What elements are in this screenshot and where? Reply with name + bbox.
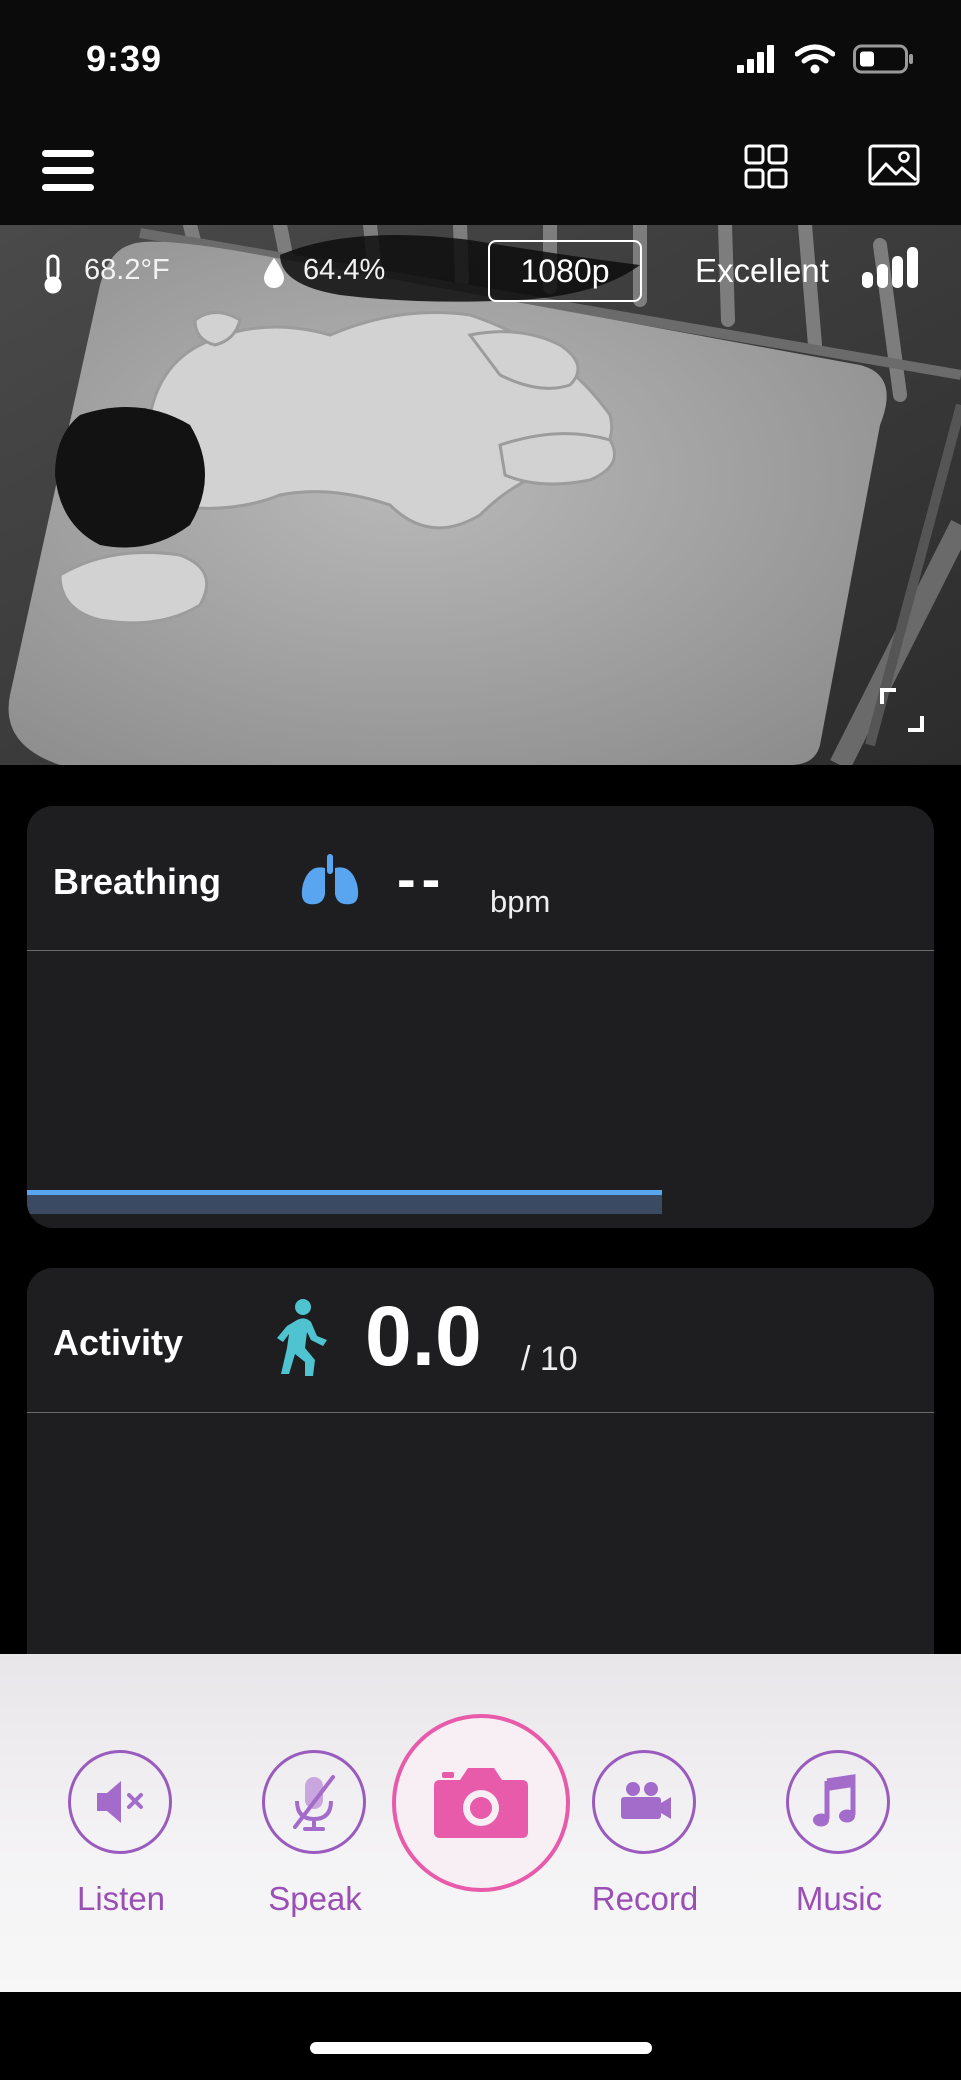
cellular-signal-icon	[737, 45, 774, 73]
speak-label: Speak	[268, 1880, 362, 1917]
fullscreen-icon[interactable]	[880, 688, 924, 732]
gallery-icon[interactable]	[868, 144, 920, 186]
lungs-icon	[301, 854, 359, 905]
clock: 9:39	[86, 38, 163, 79]
record-label: Record	[591, 1880, 699, 1917]
humidity-drop-icon	[264, 258, 284, 288]
breathing-unit: bpm	[490, 884, 551, 919]
connection-quality: Excellent	[695, 252, 829, 289]
listen-button[interactable]	[68, 1750, 172, 1854]
breathing-graph-track	[27, 1190, 934, 1218]
record-button[interactable]	[592, 1750, 696, 1854]
home-indicator[interactable]	[310, 2042, 652, 2054]
activity-title: Activity	[53, 1322, 184, 1363]
listen-label: Listen	[76, 1880, 166, 1917]
control-bar: Listen Speak Record Music	[0, 1654, 961, 1992]
menu-icon[interactable]	[42, 148, 94, 194]
music-note-icon	[813, 1774, 856, 1827]
camera-icon	[434, 1768, 528, 1838]
video-overlay: 68.2°F 64.4% 1080p Excellent	[0, 240, 961, 302]
home-bar	[0, 1992, 961, 2080]
video-camera-icon	[621, 1782, 671, 1819]
signal-strength-icon	[862, 247, 918, 288]
thermometer-icon	[44, 254, 62, 294]
crib-scene	[0, 225, 961, 765]
breathing-title: Breathing	[53, 861, 222, 902]
status-icons	[737, 44, 915, 74]
music-label: Music	[795, 1880, 883, 1917]
battery-icon	[853, 44, 913, 74]
microphone-off-icon	[293, 1775, 335, 1831]
activity-divider	[27, 1412, 934, 1413]
music-button[interactable]	[786, 1750, 890, 1854]
speaker-muted-icon	[97, 1781, 143, 1823]
activity-scale: / 10	[521, 1340, 578, 1378]
grid-view-icon[interactable]	[744, 144, 788, 190]
activity-score-value: 0.0	[365, 1289, 482, 1383]
walking-person-icon	[277, 1299, 327, 1376]
breathing-divider	[27, 950, 934, 951]
breathing-card[interactable]: Breathing -- bpm	[27, 806, 934, 1228]
camera-feed[interactable]	[0, 225, 961, 765]
humidity-reading: 64.4%	[303, 254, 386, 286]
wifi-icon	[795, 44, 835, 74]
resolution-toggle[interactable]: 1080p	[488, 240, 642, 302]
top-nav	[0, 120, 961, 225]
temperature-reading: 68.2°F	[84, 254, 170, 286]
speak-button[interactable]	[262, 1750, 366, 1854]
breathing-progress-bar	[27, 1190, 662, 1214]
snapshot-button[interactable]	[392, 1714, 570, 1892]
activity-card[interactable]: Activity 0.0 / 10	[27, 1268, 934, 1688]
breathing-rate-value: --	[397, 847, 447, 910]
status-bar: 9:39	[0, 0, 961, 120]
